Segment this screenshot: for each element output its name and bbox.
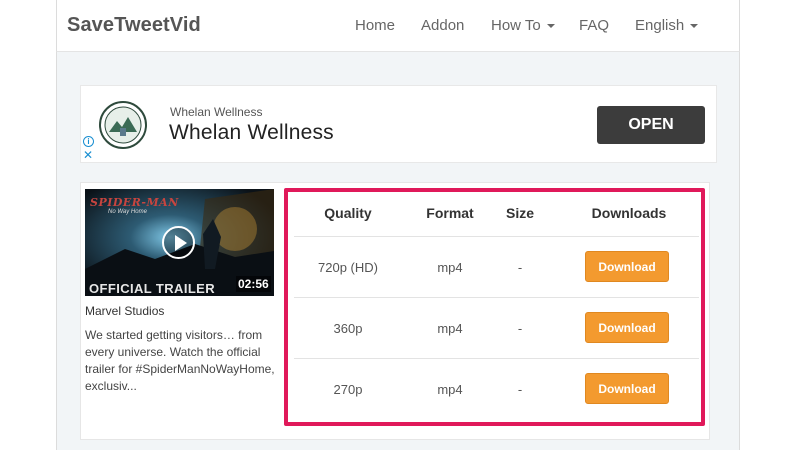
download-button-270p[interactable]: Download bbox=[585, 373, 669, 404]
nav-how-to-label: How To bbox=[491, 17, 541, 34]
nav-language[interactable]: English bbox=[635, 17, 699, 34]
caret-down-icon bbox=[546, 24, 555, 29]
nav-addon-label: Addon bbox=[421, 17, 465, 34]
video-description: We started getting visitors… from every … bbox=[85, 328, 275, 393]
nav-faq[interactable]: FAQ bbox=[579, 17, 609, 34]
video-duration: 02:56 bbox=[236, 276, 271, 292]
top-navbar: SaveTweetVid Home Addon How To FAQ Engli… bbox=[56, 0, 740, 52]
row-size: - bbox=[517, 382, 523, 397]
ad-close-icon[interactable]: ✕ bbox=[83, 149, 93, 161]
row-size: - bbox=[517, 321, 523, 336]
play-icon[interactable] bbox=[162, 226, 195, 259]
header-quality: Quality bbox=[324, 205, 372, 221]
nav-home[interactable]: Home bbox=[355, 17, 395, 34]
header-downloads: Downloads bbox=[591, 205, 667, 221]
thumbnail-caption: OFFICIAL TRAILER bbox=[89, 281, 216, 296]
row-quality: 360p bbox=[333, 321, 363, 336]
site-brand[interactable]: SaveTweetVid bbox=[67, 14, 201, 37]
caret-down-icon bbox=[690, 24, 699, 29]
row-format: mp4 bbox=[437, 260, 463, 275]
nav-faq-label: FAQ bbox=[579, 17, 610, 34]
table-row: 270p mp4 - Download bbox=[294, 359, 699, 420]
channel-name: Marvel Studios bbox=[85, 304, 165, 318]
ad-open-button[interactable]: OPEN bbox=[597, 106, 705, 144]
row-format: mp4 bbox=[437, 382, 463, 397]
nav-addon[interactable]: Addon bbox=[421, 17, 464, 34]
advertiser-logo bbox=[99, 101, 147, 149]
nav-language-label: English bbox=[635, 17, 685, 34]
ad-advertiser-title[interactable]: Whelan Wellness bbox=[169, 121, 334, 145]
ad-advertiser-small: Whelan Wellness bbox=[170, 105, 263, 119]
ad-banner[interactable]: Whelan Wellness Whelan Wellness OPEN i ✕ bbox=[80, 85, 717, 163]
row-quality: 270p bbox=[333, 382, 363, 397]
download-button-360p[interactable]: Download bbox=[585, 312, 669, 343]
nav-how-to[interactable]: How To bbox=[491, 17, 555, 34]
thumbnail-subtitle: No Way Home bbox=[108, 209, 147, 215]
table-header-row: Quality Format Size Downloads bbox=[294, 192, 699, 237]
adchoices-icon[interactable]: i bbox=[83, 136, 94, 147]
header-size: Size bbox=[505, 205, 534, 221]
nav-home-label: Home bbox=[355, 17, 396, 34]
row-format: mp4 bbox=[437, 321, 463, 336]
download-button-720p[interactable]: Download bbox=[585, 251, 669, 282]
download-table: Quality Format Size Downloads 720p (HD) … bbox=[284, 188, 705, 426]
row-quality: 720p (HD) bbox=[318, 260, 378, 275]
table-row: 360p mp4 - Download bbox=[294, 298, 699, 359]
header-format: Format bbox=[426, 205, 474, 221]
thumbnail-title: SPIDER-MAN bbox=[90, 196, 179, 209]
table-row: 720p (HD) mp4 - Download bbox=[294, 237, 699, 298]
row-size: - bbox=[517, 260, 523, 275]
